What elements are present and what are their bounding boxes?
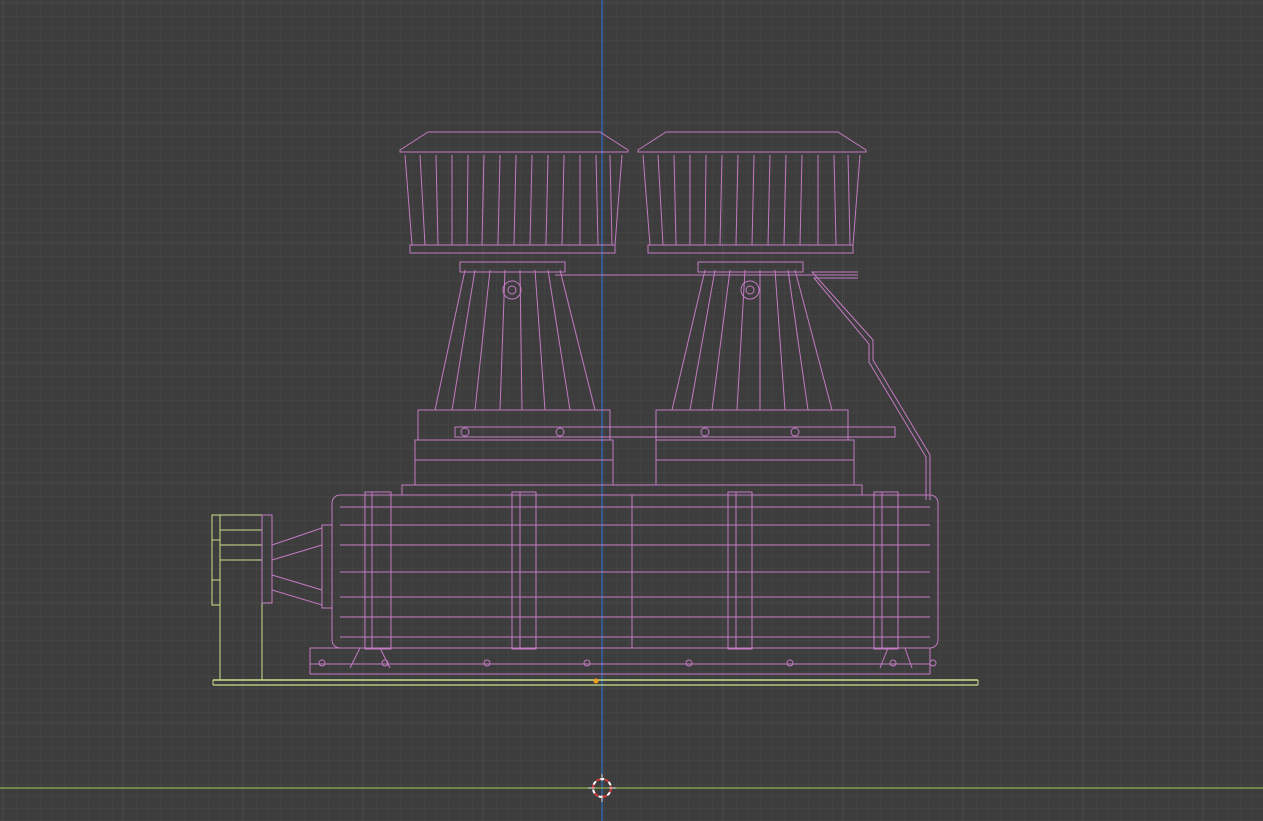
machine-wireframe[interactable]	[0, 0, 1263, 821]
3d-viewport[interactable]	[0, 0, 1263, 821]
pump-assembly[interactable]	[261, 131, 939, 675]
object-origin-icon[interactable]	[593, 678, 599, 684]
3d-cursor-icon[interactable]	[588, 774, 616, 802]
motor-mesh[interactable]	[211, 514, 263, 681]
